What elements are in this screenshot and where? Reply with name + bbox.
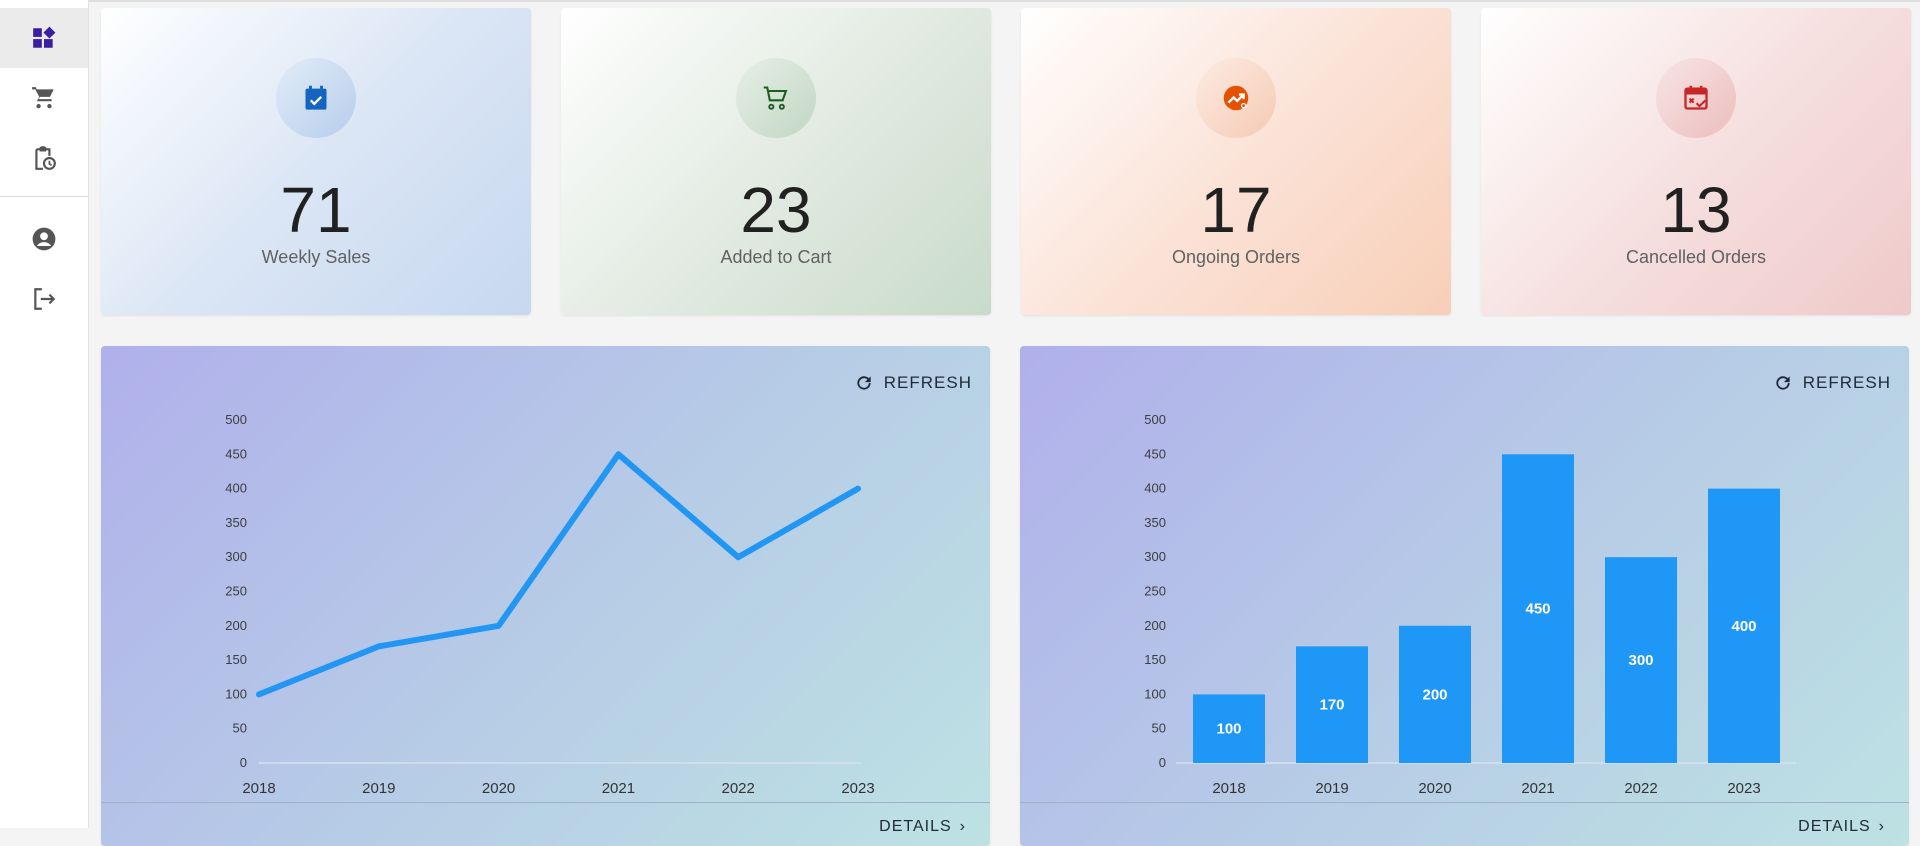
line-chart-details-link[interactable]: DETAILS › <box>879 818 966 836</box>
added-to-cart-value: 23 <box>740 174 812 246</box>
data-point <box>257 692 261 696</box>
sidebar-item-dashboard[interactable] <box>0 8 88 68</box>
chevron-right-icon: › <box>1878 818 1885 835</box>
sidebar-divider <box>0 196 88 197</box>
ongoing-orders-value: 17 <box>1200 174 1272 246</box>
bar-chart: 0 50 100 150 200 250 300 350 400 450 500 2018 2019 20… <box>1144 412 1796 797</box>
x-tick-label: 2018 <box>242 780 275 797</box>
y-tick-label: 50 <box>233 721 247 736</box>
details-label: DETAILS <box>1798 818 1871 835</box>
y-tick-label: 200 <box>1144 618 1166 633</box>
calendar-check-icon <box>305 85 327 110</box>
x-tick-label: 2019 <box>1315 780 1348 797</box>
bar-value-label: 450 <box>1525 601 1550 618</box>
x-tick-label: 2020 <box>1418 780 1451 797</box>
y-tick-label: 500 <box>1144 412 1166 427</box>
clipboard-clock-icon <box>35 146 56 170</box>
x-tick-label: 2021 <box>602 780 635 797</box>
data-point <box>377 644 381 648</box>
y-tick-label: 300 <box>1144 549 1166 564</box>
x-tick-label: 2020 <box>482 780 515 797</box>
cancelled-orders-value: 13 <box>1660 174 1732 246</box>
added-to-cart-label: Added to Cart <box>720 247 832 267</box>
line-chart: 0 50 100 150 200 250 300 350 400 450 500 2018 2019 20… <box>225 412 874 797</box>
sidebar-item-orders[interactable] <box>0 128 88 188</box>
bar-chart-card: REFRESH 0 50 100 150 200 250 300 350 400 450 500 20… <box>1020 346 1909 846</box>
weekly-sales-label: Weekly Sales <box>261 247 371 267</box>
y-tick-label: 350 <box>225 515 247 530</box>
bar-value-label: 170 <box>1319 697 1344 714</box>
sidebar <box>0 0 89 828</box>
x-tick-label: 2022 <box>1624 780 1657 797</box>
weekly-sales-icon-circle <box>276 58 356 138</box>
top-shadow <box>88 0 1920 2</box>
sidebar-item-logout[interactable] <box>0 269 88 329</box>
ongoing-orders-icon-circle <box>1196 58 1276 138</box>
data-point <box>497 624 501 628</box>
x-tick-label: 2022 <box>722 780 755 797</box>
cart-icon <box>32 87 54 109</box>
cancelled-orders-card: 13 Cancelled Orders <box>1481 8 1911 315</box>
data-point <box>616 452 620 456</box>
account-icon <box>32 227 56 251</box>
bar-value-label: 400 <box>1731 618 1756 635</box>
x-tick-label: 2018 <box>1212 780 1245 797</box>
y-tick-label: 250 <box>1144 584 1166 599</box>
bar-value-label: 200 <box>1422 686 1447 703</box>
weekly-sales-card: 71 Weekly Sales <box>101 8 531 315</box>
x-tick-label: 2023 <box>841 780 874 797</box>
added-to-cart-card: 23 Added to Cart <box>561 8 991 315</box>
y-tick-label: 0 <box>1159 755 1166 770</box>
y-tick-label: 400 <box>225 481 247 496</box>
y-tick-label: 150 <box>225 652 247 667</box>
bar-chart-details-link[interactable]: DETAILS › <box>1798 818 1885 836</box>
details-label: DETAILS <box>879 818 952 835</box>
card-divider <box>101 802 990 803</box>
sidebar-item-account[interactable] <box>0 209 88 269</box>
series-line <box>256 451 861 698</box>
cancelled-orders-label: Cancelled Orders <box>1625 247 1767 267</box>
y-tick-label: 200 <box>225 618 247 633</box>
data-point <box>736 555 740 559</box>
bar-value-label: 300 <box>1628 652 1653 669</box>
chevron-right-icon: › <box>959 818 966 835</box>
sidebar-item-cart[interactable] <box>0 68 88 128</box>
dashboard-icon <box>33 26 56 48</box>
y-tick-label: 100 <box>225 686 247 701</box>
line-chart-card: REFRESH 0 50 100 150 200 250 300 350 400 450 500 20… <box>101 346 990 846</box>
cancelled-orders-icon-circle <box>1656 58 1736 138</box>
ongoing-orders-label: Ongoing Orders <box>1171 247 1301 267</box>
card-divider <box>1020 802 1909 803</box>
data-point <box>856 487 860 491</box>
y-tick-label: 500 <box>225 412 247 427</box>
y-tick-label: 100 <box>1144 686 1166 701</box>
x-tick-label: 2019 <box>362 780 395 797</box>
y-tick-label: 450 <box>1144 446 1166 461</box>
trending-up-icon <box>1223 85 1249 111</box>
y-tick-label: 150 <box>1144 652 1166 667</box>
added-to-cart-icon-circle <box>736 58 816 138</box>
calendar-cancel-icon <box>1684 85 1708 110</box>
y-tick-label: 350 <box>1144 515 1166 530</box>
x-tick-label: 2021 <box>1521 780 1554 797</box>
cart-outline-icon <box>763 86 788 110</box>
x-tick-label: 2023 <box>1727 780 1760 797</box>
weekly-sales-value: 71 <box>280 174 352 246</box>
y-tick-label: 250 <box>225 584 247 599</box>
y-tick-label: 400 <box>1144 481 1166 496</box>
bar-value-label: 100 <box>1216 721 1241 738</box>
y-tick-label: 0 <box>240 755 247 770</box>
ongoing-orders-card: 17 Ongoing Orders <box>1021 8 1451 315</box>
y-tick-label: 450 <box>225 446 247 461</box>
y-tick-label: 300 <box>225 549 247 564</box>
y-tick-label: 50 <box>1152 721 1166 736</box>
logout-icon <box>34 288 56 310</box>
